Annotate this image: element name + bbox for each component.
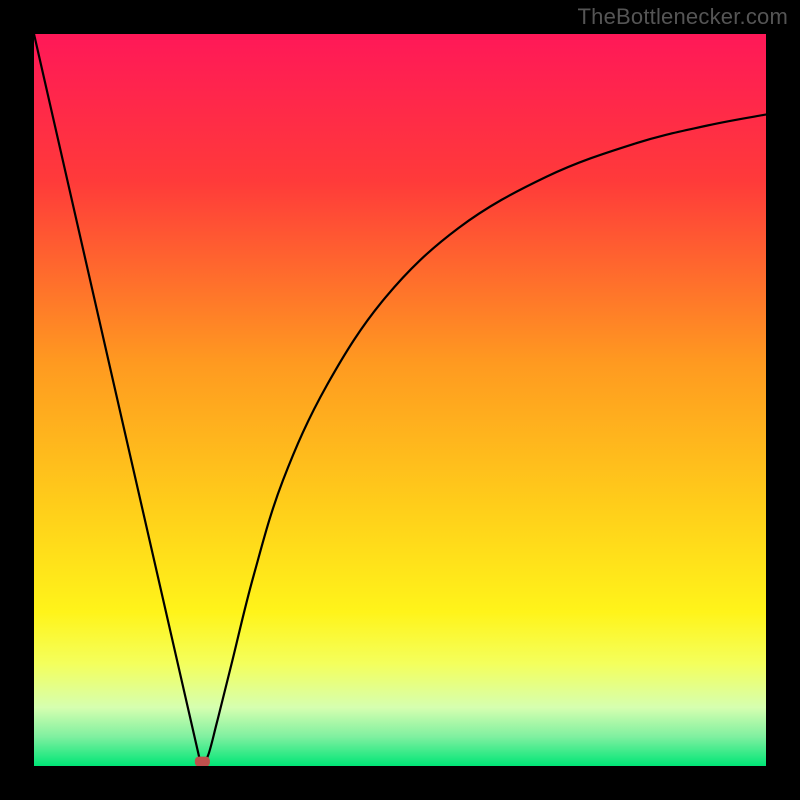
chart-frame: TheBottlenecker.com [0,0,800,800]
plot-area [34,34,766,766]
chart-svg [34,34,766,766]
attribution-label: TheBottlenecker.com [578,4,788,30]
gradient-background [34,34,766,766]
optimum-marker [195,757,210,766]
